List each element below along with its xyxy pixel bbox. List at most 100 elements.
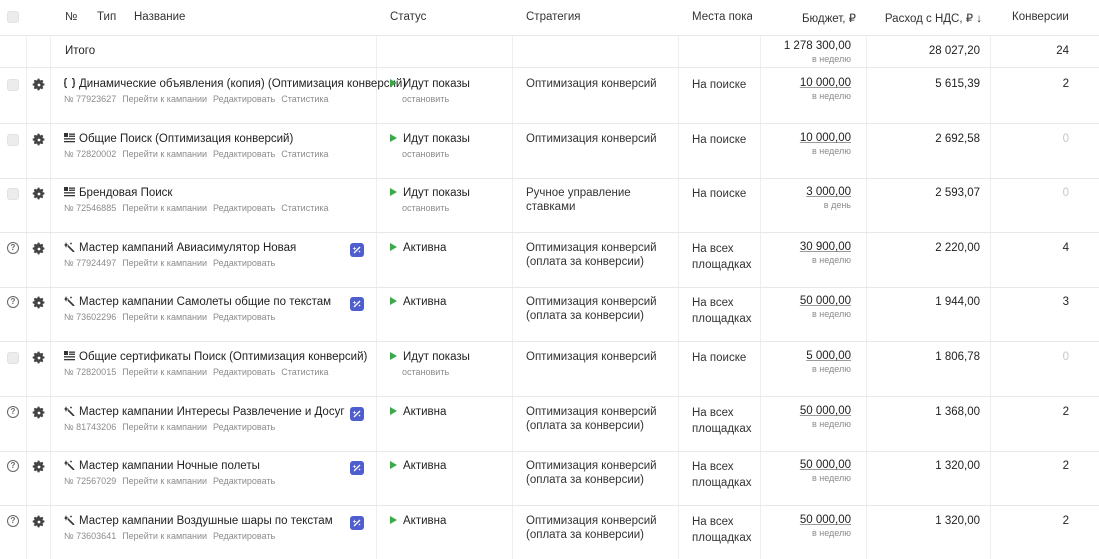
col-header-strategy[interactable]: Стратегия [526, 11, 581, 23]
campaign-id: № 77924497 [64, 258, 117, 268]
help-icon[interactable]: ? [7, 242, 19, 254]
auto-strategy-badge-icon[interactable] [350, 407, 364, 421]
col-header-status[interactable]: Статус [390, 11, 426, 23]
goto-campaign-link[interactable]: Перейти к кампании [122, 422, 207, 432]
goto-campaign-link[interactable]: Перейти к кампании [122, 94, 207, 104]
edit-campaign-link[interactable]: Редактировать [213, 476, 275, 486]
edit-campaign-link[interactable]: Редактировать [213, 312, 275, 322]
campaign-row[interactable]: ? Мастер кампаний Авиасимулятор Новая № 77… [0, 233, 1099, 288]
auto-strategy-badge-icon[interactable] [350, 297, 364, 311]
row-checkbox[interactable] [7, 134, 19, 146]
help-icon[interactable]: ? [7, 406, 19, 418]
campaign-name[interactable]: Общие сертификаты Поиск (Оптимизация кон… [64, 351, 367, 363]
gear-icon[interactable] [32, 515, 46, 529]
campaign-name-text[interactable]: Мастер кампании Интересы Развлечение и Д… [79, 406, 345, 418]
campaign-row[interactable]: Общие Поиск (Оптимизация конверсий) № 728… [0, 124, 1099, 179]
status-badge: Активна [390, 242, 446, 254]
col-header-number[interactable]: № [65, 11, 77, 23]
col-header-conversions[interactable]: Конверсии [1012, 11, 1069, 23]
totals-label: Итого [65, 45, 96, 57]
budget-value[interactable]: 30 900,00 [771, 241, 851, 253]
goto-campaign-link[interactable]: Перейти к кампании [122, 312, 207, 322]
col-header-places[interactable]: Места показ [692, 11, 752, 23]
goto-campaign-link[interactable]: Перейти к кампании [122, 258, 207, 268]
edit-campaign-link[interactable]: Редактировать [213, 367, 275, 377]
edit-campaign-link[interactable]: Редактировать [213, 149, 275, 159]
campaign-row[interactable]: ? Мастер кампании Ночные полеты № 72567029… [0, 451, 1099, 506]
stop-campaign-link[interactable]: остановить [402, 94, 449, 104]
campaign-id: № 72546885 [64, 203, 117, 213]
edit-campaign-link[interactable]: Редактировать [213, 531, 275, 541]
campaign-name-text[interactable]: Мастер кампаний Авиасимулятор Новая [79, 242, 296, 254]
campaign-name-text[interactable]: Мастер кампании Воздушные шары по текста… [79, 515, 333, 527]
budget-value[interactable]: 10 000,00 [771, 77, 851, 89]
gear-icon[interactable] [32, 296, 46, 310]
gear-icon[interactable] [32, 78, 46, 92]
col-header-type[interactable]: Тип [97, 11, 116, 23]
edit-campaign-link[interactable]: Редактировать [213, 258, 275, 268]
goto-campaign-link[interactable]: Перейти к кампании [122, 367, 207, 377]
statistics-link[interactable]: Статистика [281, 149, 328, 159]
gear-icon[interactable] [32, 133, 46, 147]
campaign-name[interactable]: Мастер кампании Ночные полеты [64, 460, 260, 472]
budget-value[interactable]: 5 000,00 [771, 350, 851, 362]
edit-campaign-link[interactable]: Редактировать [213, 422, 275, 432]
col-header-name[interactable]: Название [134, 11, 185, 23]
campaign-name[interactable]: Брендовая Поиск [64, 187, 172, 199]
gear-icon[interactable] [32, 187, 46, 201]
gear-icon[interactable] [32, 406, 46, 420]
campaign-name[interactable]: Мастер кампаний Авиасимулятор Новая [64, 242, 296, 254]
campaign-row[interactable]: Общие сертификаты Поиск (Оптимизация кон… [0, 342, 1099, 397]
campaign-row[interactable]: ? Мастер кампании Воздушные шары по текст… [0, 506, 1099, 559]
campaign-name-text[interactable]: Динамические объявления (копия) (Оптимиз… [79, 78, 406, 90]
gear-icon[interactable] [32, 242, 46, 256]
campaign-row[interactable]: Брендовая Поиск № 72546885 Перейти к кампа… [0, 178, 1099, 233]
budget-value[interactable]: 3 000,00 [771, 186, 851, 198]
goto-campaign-link[interactable]: Перейти к кампании [122, 531, 207, 541]
stop-campaign-link[interactable]: остановить [402, 367, 449, 377]
campaign-name[interactable]: Динамические объявления (копия) (Оптимиз… [64, 78, 406, 90]
help-icon[interactable]: ? [7, 460, 19, 472]
campaign-row[interactable]: ? Мастер кампании Интересы Развлечение и … [0, 397, 1099, 452]
help-icon[interactable]: ? [7, 296, 19, 308]
stop-campaign-link[interactable]: остановить [402, 203, 449, 213]
auto-strategy-badge-icon[interactable] [350, 461, 364, 475]
statistics-link[interactable]: Статистика [281, 94, 328, 104]
budget-value[interactable]: 50 000,00 [771, 514, 851, 526]
goto-campaign-link[interactable]: Перейти к кампании [122, 149, 207, 159]
edit-campaign-link[interactable]: Редактировать [213, 94, 275, 104]
goto-campaign-link[interactable]: Перейти к кампании [122, 476, 207, 486]
campaign-row[interactable]: Динамические объявления (копия) (Оптимиз… [0, 69, 1099, 124]
campaign-name-text[interactable]: Общие сертификаты Поиск (Оптимизация кон… [79, 351, 367, 363]
campaign-name-text[interactable]: Общие Поиск (Оптимизация конверсий) [79, 133, 293, 145]
auto-strategy-badge-icon[interactable] [350, 243, 364, 257]
edit-campaign-link[interactable]: Редактировать [213, 203, 275, 213]
auto-strategy-badge-icon[interactable] [350, 516, 364, 530]
row-checkbox[interactable] [7, 188, 19, 200]
campaign-name[interactable]: Мастер кампании Самолеты общие по текста… [64, 296, 331, 308]
goto-campaign-link[interactable]: Перейти к кампании [122, 203, 207, 213]
budget-value[interactable]: 50 000,00 [771, 459, 851, 471]
budget-value[interactable]: 10 000,00 [771, 132, 851, 144]
col-header-spend[interactable]: Расход с НДС, ₽ ↓ [876, 11, 982, 25]
campaign-name[interactable]: Мастер кампании Интересы Развлечение и Д… [64, 406, 345, 418]
row-checkbox[interactable] [7, 79, 19, 91]
gear-icon[interactable] [32, 351, 46, 365]
budget-value[interactable]: 50 000,00 [771, 405, 851, 417]
stop-campaign-link[interactable]: остановить [402, 149, 449, 159]
status-text: Идут показы [403, 351, 470, 363]
campaign-row[interactable]: ? Мастер кампании Самолеты общие по текст… [0, 287, 1099, 342]
statistics-link[interactable]: Статистика [281, 367, 328, 377]
select-all-checkbox[interactable] [7, 11, 19, 23]
budget-value[interactable]: 50 000,00 [771, 295, 851, 307]
campaign-name-text[interactable]: Брендовая Поиск [79, 187, 172, 199]
statistics-link[interactable]: Статистика [281, 203, 328, 213]
campaign-name[interactable]: Мастер кампании Воздушные шары по текста… [64, 515, 333, 527]
row-checkbox[interactable] [7, 352, 19, 364]
help-icon[interactable]: ? [7, 515, 19, 527]
campaign-name-text[interactable]: Мастер кампании Самолеты общие по текста… [79, 296, 331, 308]
campaign-name-text[interactable]: Мастер кампании Ночные полеты [79, 460, 260, 472]
col-header-budget[interactable]: Бюджет, ₽ [776, 11, 856, 25]
gear-icon[interactable] [32, 460, 46, 474]
campaign-name[interactable]: Общие Поиск (Оптимизация конверсий) [64, 133, 293, 145]
